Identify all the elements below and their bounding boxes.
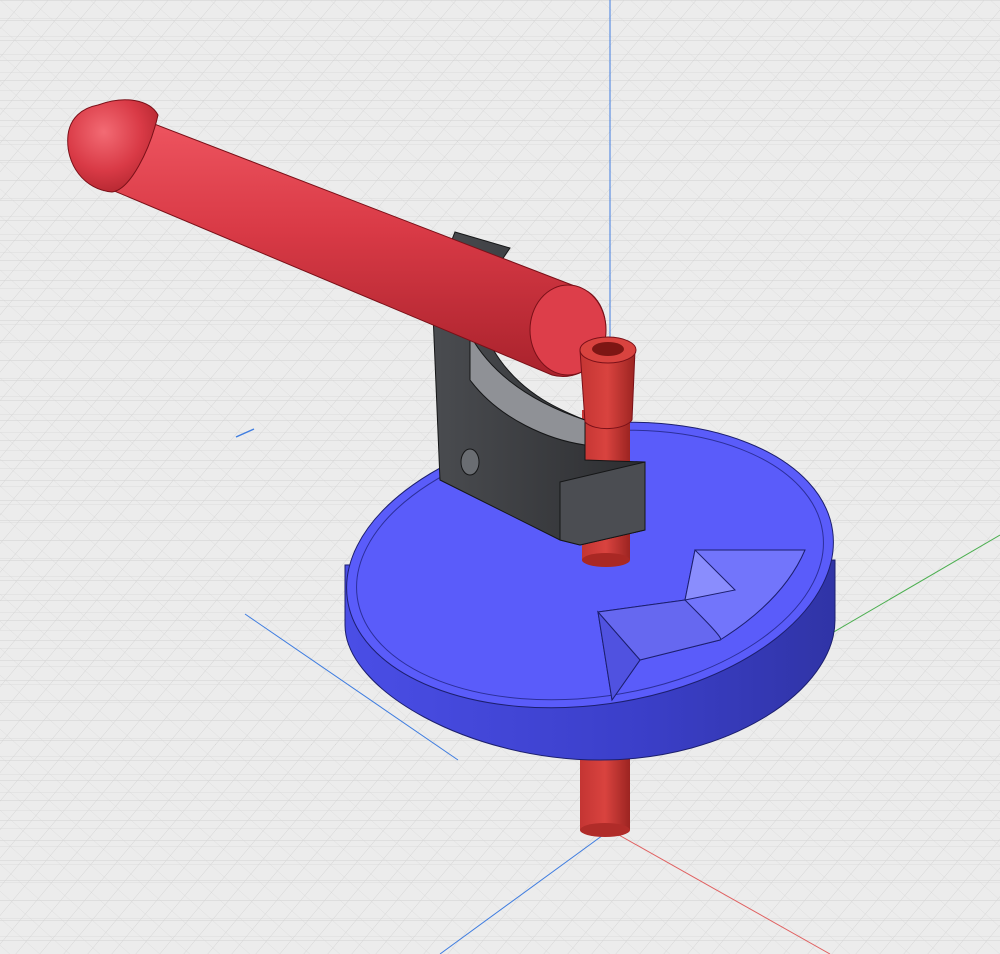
viewport-canvas[interactable] [0,0,1000,954]
mount-hole [460,448,480,476]
riser-tube[interactable] [579,336,637,429]
3d-viewport[interactable] [0,0,1000,954]
